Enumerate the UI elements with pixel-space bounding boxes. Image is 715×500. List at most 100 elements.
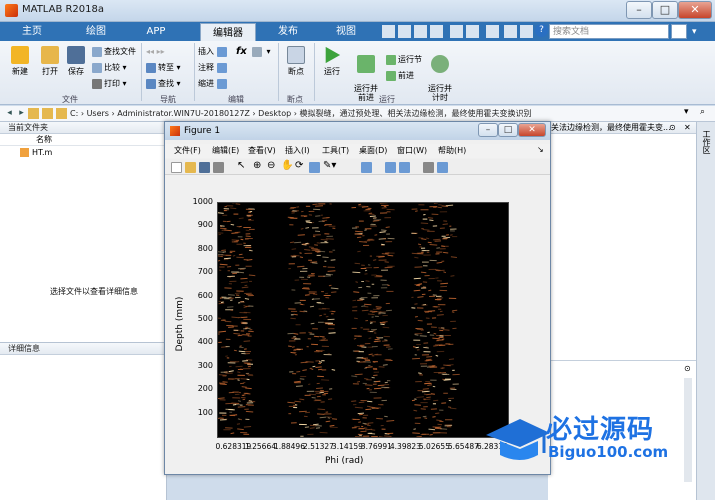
compare-icon <box>92 62 102 73</box>
insert-colorbar-icon[interactable] <box>385 162 396 173</box>
pan-icon[interactable]: ✋ <box>281 160 293 171</box>
undo-icon[interactable] <box>450 25 463 38</box>
heatmap-plot[interactable] <box>217 202 509 438</box>
figure-close-button[interactable]: ✕ <box>518 123 546 137</box>
breakpoints-button[interactable]: 断点 <box>282 46 310 77</box>
figure-menu-help[interactable]: 帮助(H) <box>438 145 466 156</box>
heatmap-cell <box>436 297 444 299</box>
find-files-button[interactable]: 查找文件 <box>92 45 136 58</box>
save-figure-icon[interactable] <box>199 162 210 173</box>
insert-button[interactable]: 插入 <box>198 45 229 58</box>
search-icon[interactable] <box>671 24 687 39</box>
open-button[interactable]: 打开 <box>36 46 64 77</box>
heatmap-cell <box>445 204 454 207</box>
hide-plot-tools-icon[interactable] <box>423 162 434 173</box>
heatmap-cell <box>447 406 452 408</box>
brush-icon[interactable]: ✎▾ <box>323 160 336 171</box>
figure-menu-tools[interactable]: 工具(T) <box>322 145 349 156</box>
tab-view[interactable]: 视图 <box>324 22 368 41</box>
tab-publish[interactable]: 发布 <box>266 22 310 41</box>
switch-windows-icon[interactable] <box>486 25 499 38</box>
tab-editor[interactable]: 编辑器 <box>200 23 256 41</box>
quick-paste-icon[interactable] <box>430 25 443 38</box>
figure-menu-dock-icon[interactable]: ↘ <box>537 145 544 154</box>
tab-plots[interactable]: 绘图 <box>74 22 118 41</box>
figure-maximize-button[interactable]: □ <box>498 123 518 137</box>
workspace-side-tab[interactable]: 工作区 <box>700 130 712 154</box>
save-button[interactable]: 保存 <box>62 46 90 77</box>
panel-action-icon[interactable]: ⊙ <box>669 123 676 132</box>
advance-button[interactable]: 前进 <box>386 69 414 82</box>
show-plot-tools-icon[interactable] <box>437 162 448 173</box>
nav-arrows[interactable]: ◂◂ ▸▸ <box>146 45 165 58</box>
rotate-3d-icon[interactable]: ⟳ <box>295 160 303 171</box>
path-dropdown-icon[interactable]: ▾ <box>684 107 689 117</box>
heatmap-cell <box>355 356 364 359</box>
up-folder-icon[interactable] <box>28 108 39 119</box>
help-dropdown-icon[interactable] <box>504 25 517 38</box>
heatmap-cell <box>247 365 252 368</box>
link-plot-icon[interactable] <box>361 162 372 173</box>
data-cursor-icon[interactable] <box>309 162 320 173</box>
heatmap-cell <box>385 309 392 312</box>
forward-arrow-icon[interactable]: ▸ <box>16 108 27 119</box>
print-figure-icon[interactable] <box>213 162 224 173</box>
new-figure-icon[interactable] <box>171 162 182 173</box>
minimize-button[interactable]: – <box>626 1 652 19</box>
quick-save-icon[interactable] <box>382 25 395 38</box>
run-section-button[interactable]: 运行节 <box>386 53 422 66</box>
zoom-out-icon[interactable]: ⊖ <box>267 160 275 171</box>
column-header-name[interactable]: 名称 <box>0 134 166 146</box>
find-button[interactable]: 查找 ▾ <box>146 77 181 90</box>
figure-menu-view[interactable]: 查看(V) <box>248 145 276 156</box>
quick-cut-icon[interactable] <box>398 25 411 38</box>
current-path[interactable]: C: › Users › Administrator.WIN7U-2018012… <box>70 106 676 122</box>
goto-button[interactable]: 转至 ▾ <box>146 61 181 74</box>
breakpoint-icon <box>287 46 305 64</box>
close-button[interactable]: ✕ <box>678 1 712 19</box>
function-browser-icon[interactable]: ▾ <box>252 45 271 58</box>
quick-copy-icon[interactable] <box>414 25 427 38</box>
figure-menu-desktop[interactable]: 桌面(D) <box>359 145 387 156</box>
heatmap-cell <box>381 229 387 231</box>
compare-button[interactable]: 比较 ▾ <box>92 61 127 74</box>
new-button[interactable]: 新建 <box>6 46 34 77</box>
heatmap-cell <box>231 239 240 241</box>
heatmap-cell <box>311 397 316 399</box>
heatmap-cell <box>240 238 244 241</box>
run-button[interactable]: 运行 <box>318 46 346 77</box>
search-docs-input[interactable]: 搜索文档 <box>549 24 669 39</box>
print-button[interactable]: 打印 ▾ <box>92 77 127 90</box>
figure-menu-edit[interactable]: 编辑(E) <box>212 145 239 156</box>
path-search-icon[interactable]: ⌕ <box>700 107 705 117</box>
fx-button[interactable]: fx <box>236 45 247 58</box>
edit-plot-icon[interactable]: ↖ <box>237 160 245 171</box>
figure-menu-insert[interactable]: 插入(I) <box>285 145 310 156</box>
heatmap-cell <box>373 340 381 343</box>
back-arrow-icon[interactable]: ◂ <box>4 108 15 119</box>
ribbon-minimize-icon[interactable]: ▾ <box>692 27 697 37</box>
heatmap-cell <box>308 275 315 277</box>
file-row[interactable]: HT.m <box>0 146 166 160</box>
indent-button[interactable]: 缩进 <box>198 77 229 90</box>
figure-menu-window[interactable]: 窗口(W) <box>397 145 427 156</box>
open-file-icon[interactable] <box>185 162 196 173</box>
heatmap-cell <box>435 354 439 357</box>
community-icon[interactable] <box>520 25 533 38</box>
heatmap-cell <box>293 380 301 383</box>
heatmap-svg <box>217 202 460 438</box>
command-action-icon[interactable]: ⊙ <box>684 364 691 373</box>
browse-folder-icon[interactable] <box>42 108 53 119</box>
redo-icon[interactable] <box>466 25 479 38</box>
figure-minimize-button[interactable]: – <box>478 123 498 137</box>
comment-button[interactable]: 注释 <box>198 61 229 74</box>
tab-home[interactable]: 主页 <box>10 22 54 41</box>
zoom-in-icon[interactable]: ⊕ <box>253 160 261 171</box>
heatmap-cell <box>415 328 423 330</box>
tab-apps[interactable]: APP <box>134 22 178 41</box>
figure-menu-file[interactable]: 文件(F) <box>174 145 201 156</box>
help-icon[interactable]: ? <box>535 24 548 37</box>
panel-close-icon[interactable]: ✕ <box>684 123 691 132</box>
insert-legend-icon[interactable] <box>399 162 410 173</box>
maximize-button[interactable]: □ <box>652 1 678 19</box>
